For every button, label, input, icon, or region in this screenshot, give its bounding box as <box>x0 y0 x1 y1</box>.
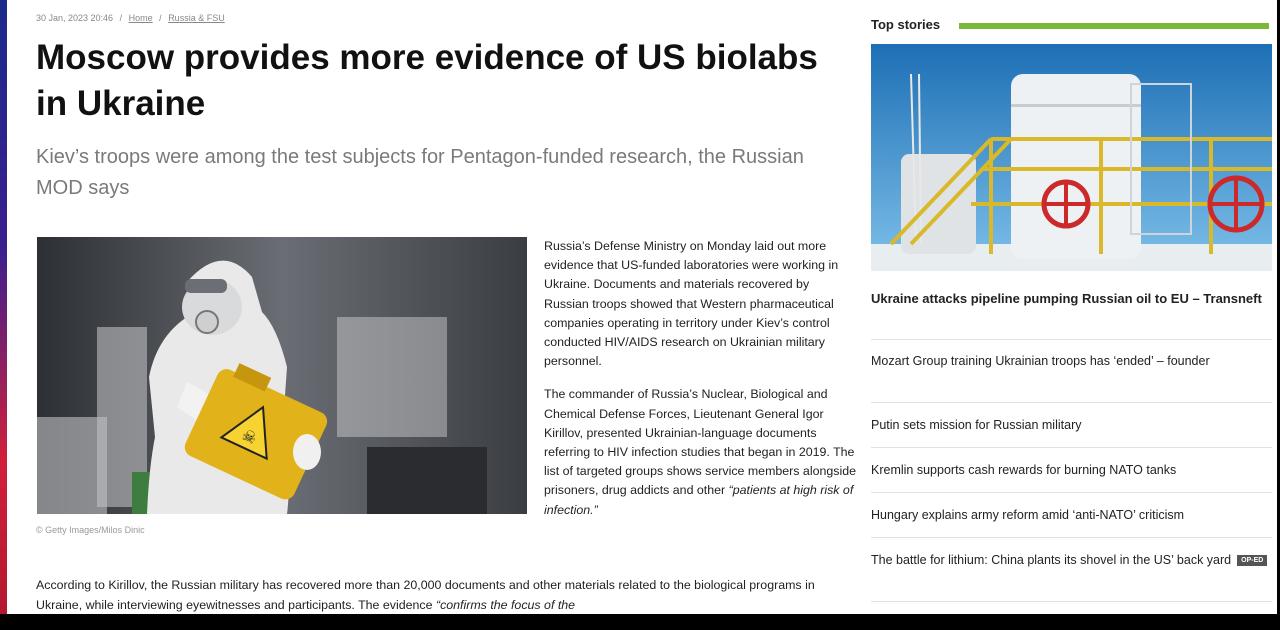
top-stories-panel: Top stories Ukraine attacks pipeline pum… <box>871 0 1273 614</box>
lead-paragraph-1: Russia’s Defense Ministry on Monday laid… <box>544 239 839 369</box>
lead-paragraph-2-text: The commander of Russia’s Nuclear, Biolo… <box>544 387 856 498</box>
article-body-paragraph: According to Kirillov, the Russian milit… <box>36 576 836 614</box>
article-meta: 30 Jan, 2023 20:46 / Home / Russia & FSU <box>36 13 229 23</box>
story-divider <box>871 601 1272 602</box>
screen-edge <box>0 0 7 614</box>
top-story-item-4[interactable]: Kremlin supports cash rewards for burnin… <box>871 461 1272 480</box>
body-text: According to Kirillov, the Russian milit… <box>36 578 815 612</box>
story-divider <box>871 492 1272 493</box>
op-ed-badge: OP-ED <box>1237 555 1268 567</box>
top-story-item-3[interactable]: Putin sets mission for Russian military <box>871 416 1272 435</box>
body-quote: “confirms the focus of the <box>435 597 576 612</box>
top-story-item-6[interactable]: The battle for lithium: China plants its… <box>871 551 1272 570</box>
lead-paragraph-2: The commander of Russia’s Nuclear, Biolo… <box>544 385 856 519</box>
top-stories-header: Top stories <box>871 17 941 32</box>
article-subtitle: Kiev’s troops were among the test subjec… <box>36 146 804 199</box>
story-divider <box>871 402 1272 403</box>
breadcrumb-separator: / <box>159 13 162 23</box>
story-divider <box>871 537 1272 538</box>
breadcrumb-home[interactable]: Home <box>129 13 153 23</box>
story-divider <box>871 447 1272 448</box>
article-lead-text: Russia’s Defense Ministry on Monday laid… <box>544 237 856 534</box>
story-divider <box>871 339 1272 340</box>
breadcrumb-section[interactable]: Russia & FSU <box>168 13 225 23</box>
photo-credit: © Getty Images/Milos Dinic <box>36 525 145 535</box>
top-stories-accent-bar <box>959 23 1269 29</box>
top-story-item-5[interactable]: Hungary explains army reform amid ‘anti-… <box>871 506 1272 525</box>
oil-tank-image <box>871 44 1272 271</box>
top-story-item-6-title: The battle for lithium: China plants its… <box>871 553 1232 567</box>
hazmat-worker-image: ☠ <box>37 237 527 514</box>
top-story-image[interactable] <box>871 44 1272 271</box>
top-story-item-2[interactable]: Mozart Group training Ukrainian troops h… <box>871 352 1272 371</box>
screen-bottom-bar <box>0 614 1280 630</box>
article-page: 30 Jan, 2023 20:46 / Home / Russia & FSU… <box>7 0 1277 614</box>
article-photo: ☠ <box>37 237 527 514</box>
article-title: Moscow provides more evidence of US biol… <box>36 38 818 123</box>
breadcrumb-separator: / <box>119 13 123 23</box>
article-date: 30 Jan, 2023 20:46 <box>36 13 114 23</box>
top-story-item-1[interactable]: Ukraine attacks pipeline pumping Russian… <box>871 289 1272 308</box>
